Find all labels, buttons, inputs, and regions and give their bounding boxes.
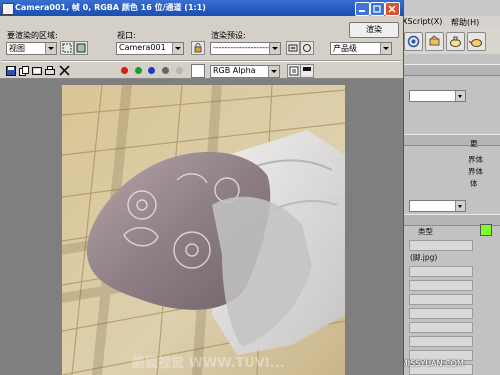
minimize-button[interactable] bbox=[355, 2, 370, 16]
area-to-render-dropdown[interactable]: 视图 bbox=[6, 42, 57, 55]
title-bar: Camera001, 帧 0, RGBA 颜色 16 位/通道 (1:1) bbox=[0, 0, 403, 16]
panel-label-type: 类型 bbox=[418, 227, 433, 236]
background-color-swatch[interactable] bbox=[191, 64, 205, 78]
display-toggle-icon[interactable] bbox=[287, 64, 301, 78]
blue-channel-icon[interactable] bbox=[148, 67, 155, 74]
clear-icon[interactable] bbox=[59, 65, 70, 78]
copy-image-icon[interactable] bbox=[19, 66, 29, 78]
edit-region-icon[interactable] bbox=[60, 41, 74, 55]
green-channel-icon[interactable] bbox=[135, 67, 142, 74]
rendered-frame-window: Camera001, 帧 0, RGBA 颜色 16 位/通道 (1:1) 要渲… bbox=[0, 0, 404, 375]
render-viewport: 脆狐视觉 WWW.TUVI... bbox=[0, 79, 403, 375]
panel-list-item[interactable] bbox=[409, 322, 473, 333]
maximize-button[interactable] bbox=[370, 2, 385, 16]
window-icon bbox=[2, 3, 14, 15]
render-setup-icon[interactable] bbox=[286, 41, 300, 55]
area-to-render-label: 要渲染的区域: bbox=[7, 31, 58, 40]
environment-icon[interactable] bbox=[300, 41, 314, 55]
panel-side-label: 界体 bbox=[468, 167, 483, 176]
render-teapot-icon[interactable] bbox=[467, 32, 486, 51]
print-icon[interactable] bbox=[45, 66, 55, 78]
modifier-list-dropdown[interactable] bbox=[409, 90, 466, 102]
object-type-dropdown[interactable] bbox=[409, 200, 466, 212]
display-channel-dropdown[interactable]: RGB Alpha bbox=[210, 65, 280, 78]
main-toolbar bbox=[398, 28, 500, 55]
rotate-tool-icon[interactable] bbox=[404, 32, 423, 51]
panel-list-item[interactable] bbox=[409, 308, 473, 319]
save-image-icon[interactable] bbox=[6, 66, 16, 78]
panel-label-file: (脚.jpg) bbox=[410, 253, 438, 262]
rendered-image: 脆狐视觉 WWW.TUVI... bbox=[62, 85, 345, 375]
window-title: Camera001, 帧 0, RGBA 颜色 16 位/通道 (1:1) bbox=[15, 3, 206, 12]
render-button[interactable]: 渲染 bbox=[349, 22, 399, 38]
panel-rollout-header[interactable] bbox=[404, 134, 500, 146]
toolbar-divider bbox=[2, 60, 401, 62]
panel-list-item[interactable] bbox=[409, 266, 473, 277]
close-button[interactable] bbox=[385, 2, 400, 16]
image-watermark: 脆狐视觉 WWW.TUVI... bbox=[131, 355, 285, 371]
lock-icon[interactable] bbox=[191, 41, 205, 55]
render-preset-label: 渲染预设: bbox=[211, 31, 246, 40]
command-panel: 类型 (脚.jpg) 更 界体 界体 体 bbox=[403, 54, 500, 375]
panel-side-label: 体 bbox=[470, 179, 478, 188]
render-quality-dropdown[interactable]: 产品级 bbox=[330, 42, 392, 55]
panel-list-item[interactable] bbox=[409, 336, 473, 347]
panel-list-item[interactable] bbox=[409, 294, 473, 305]
red-channel-icon[interactable] bbox=[121, 67, 128, 74]
render-controls: 要渲染的区域: 视图 视口: Camera001 渲染预设: ---------… bbox=[0, 16, 403, 79]
teapot-render-icon[interactable] bbox=[446, 32, 465, 51]
panel-side-label: 更 bbox=[470, 139, 478, 148]
viewport-label: 视口: bbox=[117, 31, 136, 40]
panel-list-item[interactable] bbox=[409, 280, 473, 291]
auto-region-icon[interactable] bbox=[74, 41, 88, 55]
alpha-channel-icon[interactable] bbox=[162, 67, 169, 74]
panel-rollout-header[interactable] bbox=[404, 64, 500, 76]
panel-list-item[interactable] bbox=[409, 240, 473, 251]
mono-channel-icon[interactable] bbox=[176, 67, 183, 74]
viewport-dropdown[interactable]: Camera001 bbox=[116, 42, 184, 55]
scale-tool-icon[interactable] bbox=[425, 32, 444, 51]
object-color-swatch[interactable] bbox=[480, 224, 492, 236]
render-preset-dropdown[interactable]: ---------------------- bbox=[210, 42, 281, 55]
clone-frame-icon[interactable] bbox=[32, 66, 42, 78]
panel-side-label: 界体 bbox=[468, 155, 483, 164]
menu-item-help[interactable]: 帮助(H) bbox=[451, 17, 479, 28]
alpha-display-icon[interactable] bbox=[300, 64, 314, 78]
menu-item-maxscript[interactable]: XScript(X) bbox=[402, 17, 442, 26]
